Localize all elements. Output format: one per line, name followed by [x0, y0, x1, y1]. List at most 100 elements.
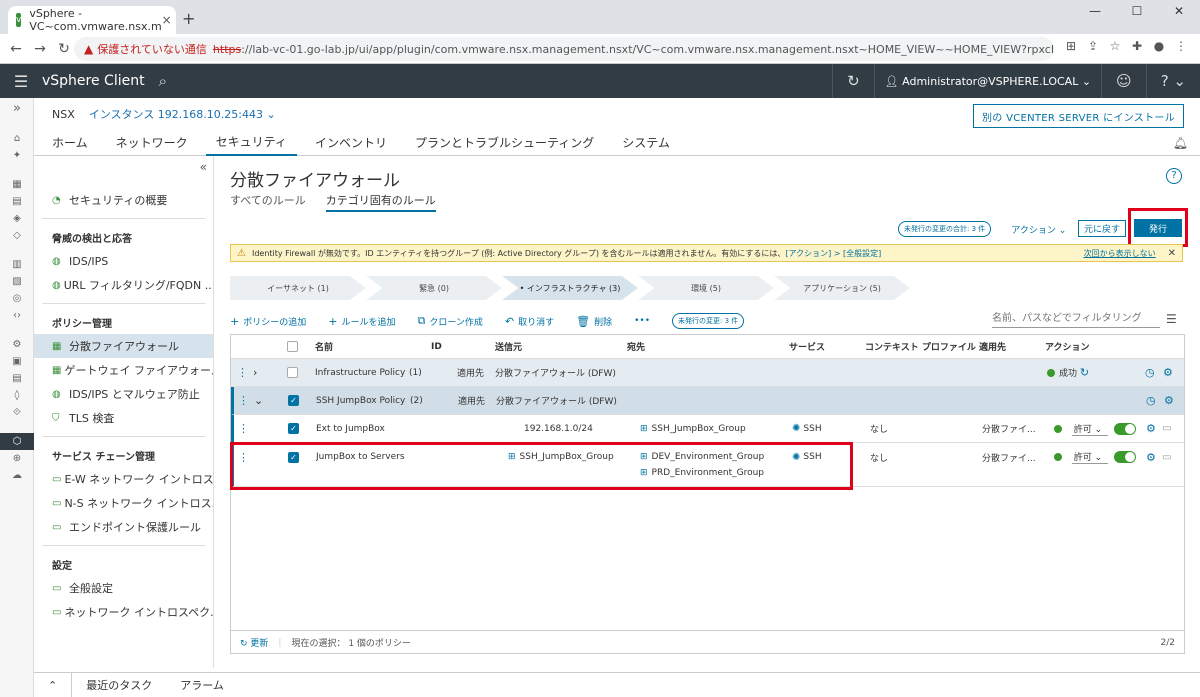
dont-show-again-link[interactable]: 次回から表示しない [1084, 248, 1156, 259]
policy-row-infrastructure[interactable]: ⋮ › Infrastructure Policy (1) 適用先 分散ファイア… [231, 359, 1184, 387]
bookmark-star-icon[interactable]: ☆ [1104, 39, 1126, 53]
browser-tab[interactable]: v vSphere - VC~com.vmware.nsx.m × [8, 6, 176, 34]
policy-settings-icon[interactable]: ⚙ [1163, 359, 1173, 386]
browser-menu-icon[interactable]: ⋮ [1170, 39, 1192, 53]
rule-name[interactable]: Ext to JumpBox [316, 415, 385, 442]
back-icon[interactable]: ← [4, 41, 28, 57]
policy-checkbox[interactable]: ✓ [288, 387, 299, 414]
search-icon[interactable]: ⌕ [159, 72, 167, 90]
smiley-feedback-icon[interactable]: ☺ [1102, 72, 1146, 90]
storage-icon[interactable]: ◈ [0, 210, 34, 227]
global-icon[interactable]: ⊕ [0, 450, 34, 467]
filter-input[interactable] [992, 310, 1160, 328]
lifecycle-icon[interactable]: ◎ [0, 290, 34, 307]
clone-button[interactable]: ⧉ クローン作成 [417, 314, 482, 328]
step-infrastructure[interactable]: • インフラストラクチャ (3) [502, 276, 638, 300]
help-icon[interactable]: ? [1166, 168, 1182, 184]
instance-selector[interactable]: インスタンス 192.168.10.25:443 ⌄ [89, 106, 276, 122]
close-warning-icon[interactable]: ✕ [1168, 248, 1176, 259]
rule-settings-icon[interactable]: ⚙ [1146, 443, 1156, 471]
drag-handle-icon[interactable]: ⋮ [238, 387, 249, 414]
rule-checkbox[interactable]: ✓ [288, 415, 299, 442]
rule-service[interactable]: ✺ SSH [792, 415, 822, 442]
undo-button[interactable]: ↶ 取り消す [505, 315, 554, 328]
header-id[interactable]: ID [431, 335, 442, 358]
shortcuts-icon[interactable]: ✦ [0, 147, 34, 164]
rule-action[interactable]: 許可 ⌄ [1054, 415, 1136, 442]
tab-networking[interactable]: ネットワーク [106, 130, 198, 156]
rule-graph-icon[interactable]: ▭ [1162, 415, 1171, 442]
actions-dropdown[interactable]: アクション ⌄ [1011, 223, 1066, 236]
tab-home[interactable]: ホーム [42, 130, 98, 156]
tab-security[interactable]: セキュリティ [205, 130, 297, 156]
expand-chevron-icon[interactable]: › [253, 359, 257, 386]
expand-rail-icon[interactable]: » [0, 98, 34, 120]
home-icon[interactable]: ⌂ [0, 130, 34, 147]
profile-avatar-icon[interactable]: ● [1148, 39, 1170, 53]
header-action[interactable]: アクション [1045, 335, 1090, 358]
rule-source[interactable]: 192.168.1.0/24 [524, 415, 593, 442]
add-rule-button[interactable]: + ルールを追加 [328, 315, 395, 328]
rule-settings-icon[interactable]: ⚙ [1146, 415, 1156, 442]
refresh-icon[interactable]: ↻ [833, 72, 874, 90]
hamburger-menu-icon[interactable]: ☰ [0, 72, 42, 91]
history-icon[interactable]: ◷ [1145, 359, 1155, 386]
rule-enable-toggle[interactable] [1113, 422, 1136, 435]
translate-icon[interactable]: ⊞ [1060, 39, 1082, 53]
sidebar-item-endpoint[interactable]: ▭ エンドポイント保護ルール [34, 515, 213, 539]
policy-row-ssh-jumpbox[interactable]: ⋮ ⌄ ✓ SSH JumpBox Policy (2) 適用先 分散ファイアウ… [231, 387, 1184, 415]
tab-plan-troubleshoot[interactable]: プランとトラブルシューティング [405, 130, 604, 156]
header-name[interactable]: 名前 [315, 335, 333, 358]
user-menu[interactable]: 👤︎ Administrator@VSPHERE.LOCAL ⌄ [875, 75, 1101, 88]
collapse-sidebar-icon[interactable]: « [200, 160, 207, 174]
header-dest[interactable]: 宛先 [627, 335, 645, 358]
rule-context[interactable]: なし [870, 443, 888, 471]
drag-handle-icon[interactable]: ⋮ [237, 359, 248, 386]
subtab-all-rules[interactable]: すべてのルール [230, 192, 306, 212]
rule-context[interactable]: なし [870, 415, 888, 442]
sidebar-item-dfw[interactable]: ▦ 分散ファイアウォール [34, 334, 213, 358]
tasks-icon[interactable]: ▣ [0, 353, 34, 370]
revert-button[interactable]: 元に戻す [1078, 220, 1126, 237]
sidebar-item-ew[interactable]: ▭ E-W ネットワーク イントロス... [34, 467, 213, 491]
status-refresh-icon[interactable]: ↻ [1080, 366, 1089, 379]
drag-handle-icon[interactable]: ⋮ [238, 415, 249, 442]
tab-system[interactable]: システム [612, 130, 680, 156]
minimize-icon[interactable]: — [1074, 0, 1116, 22]
rule-applied[interactable]: 分散ファイ... [982, 443, 1036, 471]
header-context[interactable]: コンテキスト プロファイル [865, 335, 976, 358]
cloud-icon[interactable]: ☁ [0, 467, 34, 484]
policies-icon[interactable]: ▧ [0, 273, 34, 290]
reload-icon[interactable]: ↻ [52, 41, 76, 57]
extensions-icon[interactable]: ✚ [1126, 39, 1148, 53]
maximize-icon[interactable]: ☐ [1116, 0, 1158, 22]
rule-graph-icon[interactable]: ▭ [1162, 443, 1171, 471]
sidebar-item-ns[interactable]: ▭ N-S ネットワーク イントロス... [34, 491, 213, 515]
header-source[interactable]: 送信元 [495, 335, 522, 358]
rule-applied[interactable]: 分散ファイ... [982, 415, 1036, 442]
table-refresh-button[interactable]: ↻ 更新 [240, 636, 268, 649]
policy-settings-icon[interactable]: ⚙ [1164, 387, 1174, 414]
filter-options-icon[interactable]: ☰ [1166, 312, 1177, 326]
plugin-icon[interactable]: ⟐ [0, 404, 34, 421]
events-icon[interactable]: ▤ [0, 370, 34, 387]
window-close-icon[interactable]: ✕ [1158, 0, 1200, 22]
content-library-icon[interactable]: ▥ [0, 256, 34, 273]
collapse-chevron-icon[interactable]: ⌄ [254, 387, 263, 414]
sidebar-item-gfw[interactable]: ▦ ゲートウェイ ファイアウォール [34, 358, 213, 382]
vms-templates-icon[interactable]: ▤ [0, 193, 34, 210]
administration-icon[interactable]: ⚙ [0, 336, 34, 353]
alarms-tab[interactable]: アラーム [166, 677, 238, 693]
tab-inventory[interactable]: インベントリ [305, 130, 397, 156]
delete-button[interactable]: 🗑︎ 削除 [576, 315, 612, 328]
step-ethernet[interactable]: イーサネット (1) [230, 276, 366, 300]
policy-checkbox[interactable] [287, 359, 298, 386]
history-icon[interactable]: ◷ [1146, 387, 1156, 414]
sidebar-item-url-filter[interactable]: ◍ URL フィルタリング/FQDN ... [34, 273, 213, 297]
url-input[interactable]: ▲ 保護されていない通信 https ://lab-vc-01.go-lab.j… [74, 37, 1054, 61]
sidebar-item-netintro[interactable]: ▭ ネットワーク イントロスペク... [34, 600, 213, 624]
hosts-clusters-icon[interactable]: ▦ [0, 176, 34, 193]
forward-icon[interactable]: → [28, 41, 52, 57]
sidebar-item-general[interactable]: ▭ 全般設定 [34, 576, 213, 600]
tags-icon[interactable]: ◊ [0, 387, 34, 404]
